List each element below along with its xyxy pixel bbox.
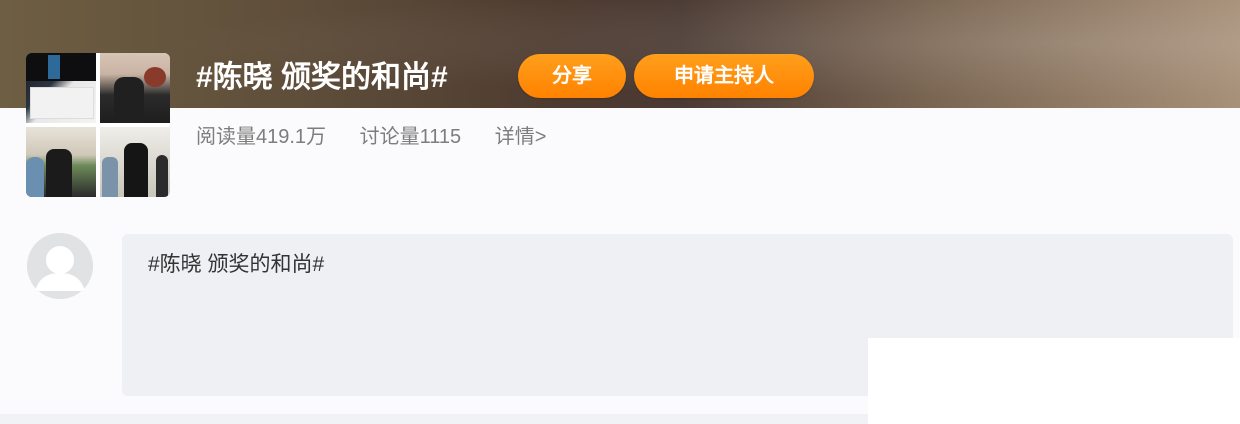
read-count: 阅读量419.1万 (196, 126, 327, 148)
cover-image-1 (26, 53, 96, 123)
compose-text: #陈晓 颁奖的和尚# (148, 253, 325, 276)
discussion-count: 讨论量1115 (359, 126, 462, 148)
share-button[interactable]: 分享 (518, 54, 626, 98)
topic-title: #陈晓 颁奖的和尚# (196, 61, 448, 94)
topic-cover-collage (26, 53, 170, 197)
bottom-divider (0, 414, 868, 424)
cover-image-4 (100, 127, 170, 197)
blank-overlay (868, 338, 1240, 424)
cover-image-2 (100, 53, 170, 123)
topic-stats: 阅读量419.1万 讨论量1115 详情> (196, 122, 546, 152)
apply-host-button[interactable]: 申请主持人 (634, 54, 814, 98)
cover-image-3 (26, 127, 96, 197)
default-user-avatar-icon[interactable] (27, 233, 93, 299)
details-link[interactable]: 详情> (495, 122, 547, 152)
topic-banner (0, 0, 1240, 108)
